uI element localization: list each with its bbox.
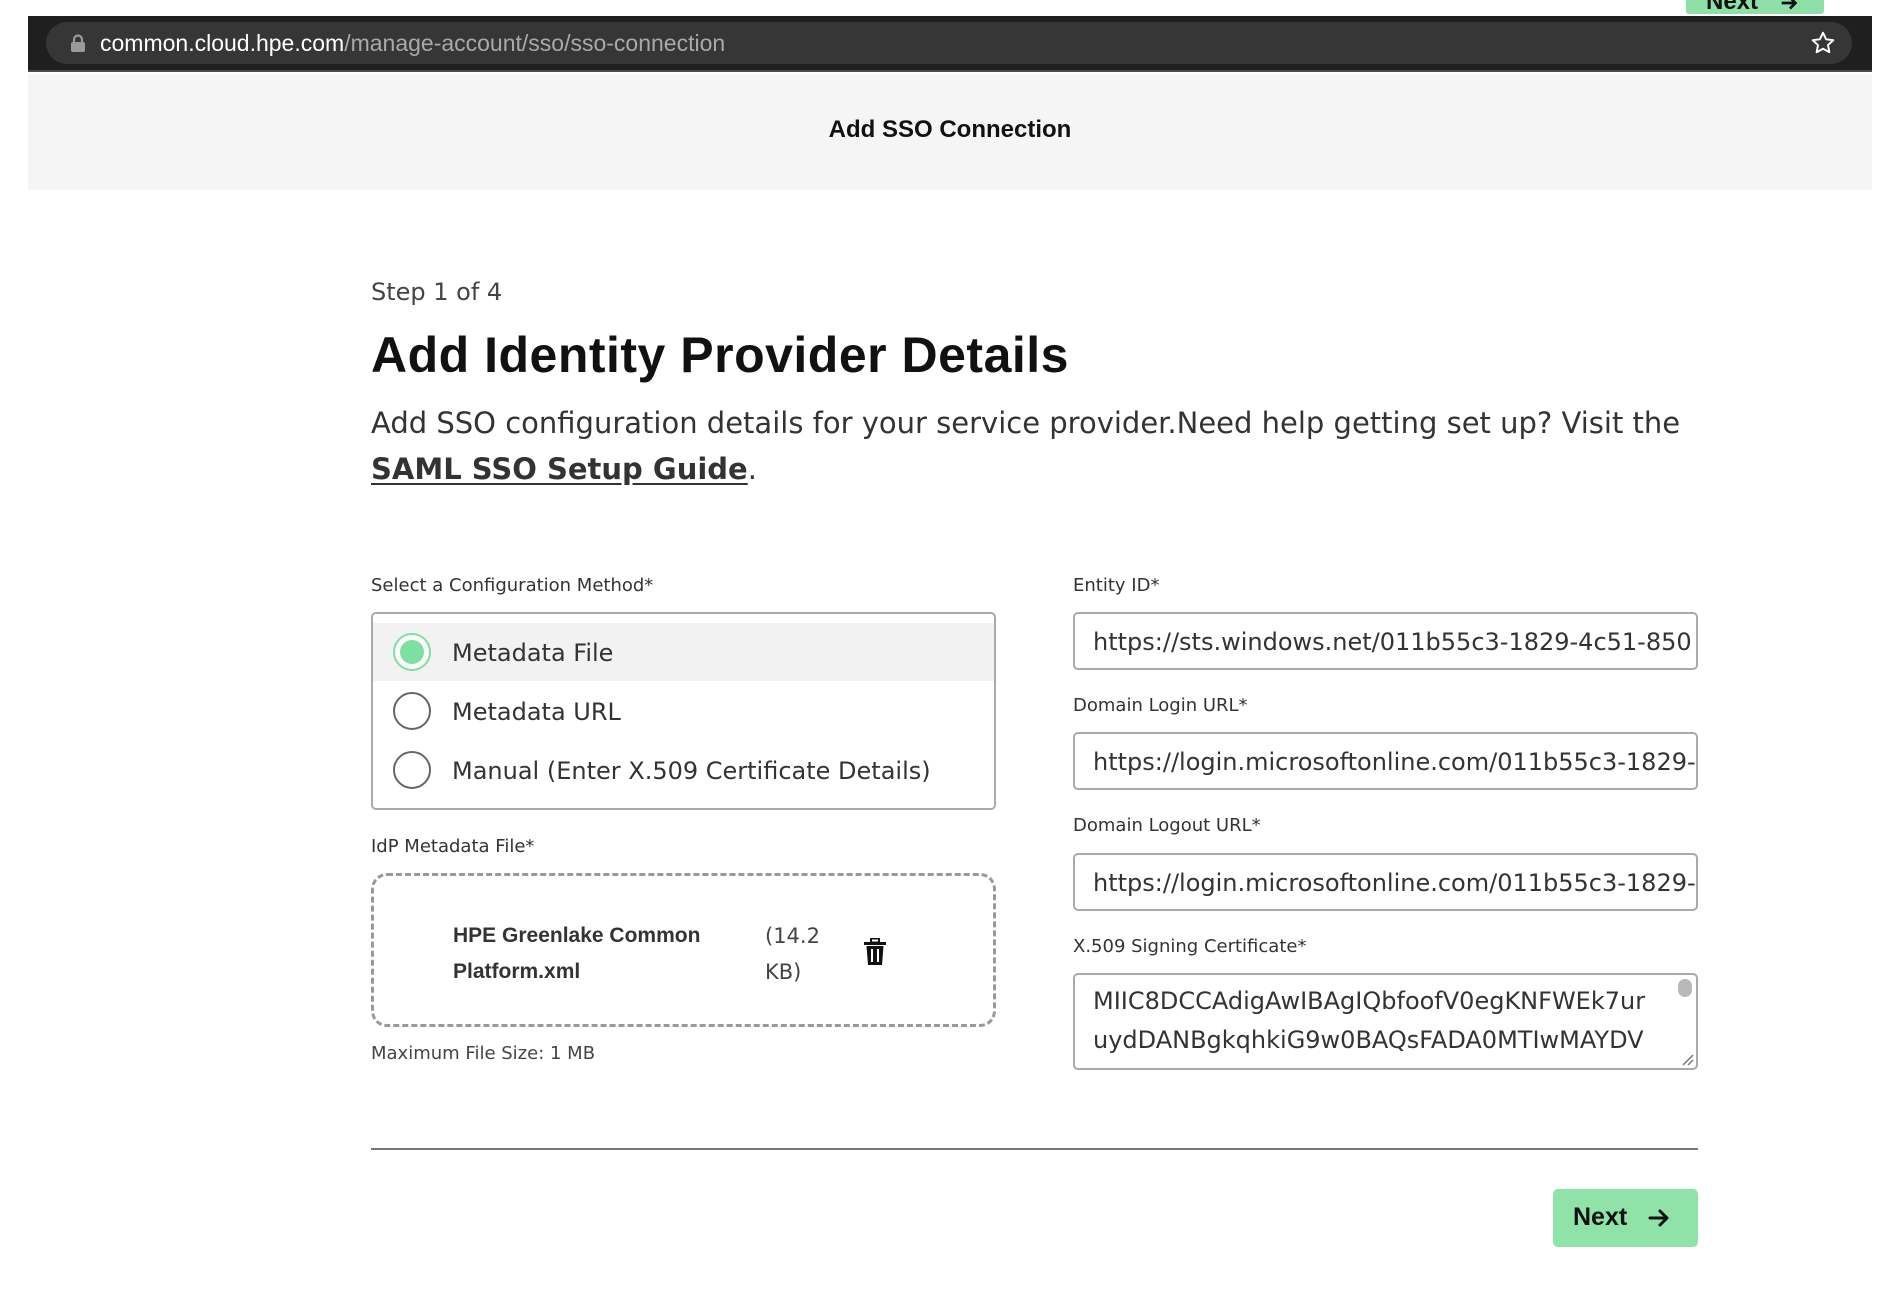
arrow-right-icon: [1648, 1209, 1669, 1227]
next-button-label: Next: [1573, 1203, 1628, 1231]
entity-id-value: https://sts.windows.net/011b55c3-1829-4c…: [1093, 628, 1692, 656]
domain-login-url-label: Domain Login URL*: [1073, 695, 1248, 716]
page-header: Add SSO Connection: [28, 74, 1872, 190]
domain-logout-url-value: https://login.microsoftonline.com/011b55…: [1093, 869, 1696, 897]
arrow-right-icon: [1781, 0, 1798, 10]
domain-login-url-value: https://login.microsoftonline.com/011b55…: [1093, 748, 1696, 776]
resize-handle-icon[interactable]: [1680, 1052, 1694, 1066]
radio-option-manual[interactable]: Manual (Enter X.509 Certificate Details): [373, 741, 994, 799]
config-method-label: Select a Configuration Method*: [371, 575, 654, 596]
entity-id-label: Entity ID*: [1073, 575, 1160, 596]
certificate-line: uydDANBgkqhkiG9w0BAQsFADA0MTIwMAYDV: [1093, 1026, 1644, 1054]
uploaded-file-name: HPE Greenlake Common Platform.xml: [453, 924, 701, 983]
uploaded-file-size: (14.2 KB): [765, 924, 820, 984]
domain-logout-url-input[interactable]: https://login.microsoftonline.com/011b55…: [1073, 853, 1698, 911]
header-title: Add SSO Connection: [828, 116, 1072, 143]
step-indicator: Step 1 of 4: [371, 278, 503, 306]
radio-button[interactable]: [393, 692, 431, 730]
radio-option-metadata-url[interactable]: Metadata URL: [373, 682, 994, 740]
radio-label: Metadata URL: [452, 698, 621, 726]
radio-label: Manual (Enter X.509 Certificate Details): [452, 757, 931, 785]
idp-metadata-file-label: IdP Metadata File*: [371, 836, 535, 857]
lock-icon: [71, 34, 85, 52]
next-button[interactable]: Next: [1553, 1189, 1698, 1247]
signing-certificate-textarea[interactable]: MIIC8DCCAdigAwIBAgIQbfoofV0egKNFWEk7ur u…: [1073, 973, 1698, 1070]
max-file-size-hint: Maximum File Size: 1 MB: [371, 1043, 596, 1064]
signing-certificate-label: X.509 Signing Certificate*: [1073, 936, 1307, 957]
file-drop-zone[interactable]: HPE Greenlake Common Platform.xml (14.2 …: [371, 873, 996, 1027]
description-text: Add SSO configuration details for your s…: [371, 406, 1681, 440]
top-next-button[interactable]: Next: [1686, 0, 1824, 14]
page-title: Add Identity Provider Details: [371, 327, 1069, 383]
textarea-scrollbar[interactable]: [1678, 979, 1692, 997]
browser-address-bar: common.cloud.hpe.com/manage-account/sso/…: [28, 16, 1872, 72]
url-text: common.cloud.hpe.com/manage-account/sso/…: [100, 30, 725, 56]
radio-dot: [400, 640, 424, 664]
saml-setup-guide-link[interactable]: SAML SSO Setup Guide: [371, 452, 748, 486]
page-description: Add SSO configuration details for your s…: [371, 400, 1731, 492]
url-field[interactable]: common.cloud.hpe.com/manage-account/sso/…: [46, 22, 1852, 64]
entity-id-input[interactable]: https://sts.windows.net/011b55c3-1829-4c…: [1073, 612, 1698, 670]
radio-button-selected[interactable]: [393, 633, 431, 671]
footer-divider: [371, 1148, 1698, 1150]
radio-button[interactable]: [393, 751, 431, 789]
trash-icon[interactable]: [863, 938, 887, 966]
radio-option-metadata-file[interactable]: Metadata File: [373, 623, 994, 681]
star-icon[interactable]: [1810, 30, 1836, 56]
domain-login-url-input[interactable]: https://login.microsoftonline.com/011b55…: [1073, 732, 1698, 790]
description-end: .: [747, 452, 757, 486]
domain-logout-url-label: Domain Logout URL*: [1073, 815, 1261, 836]
certificate-line: MIIC8DCCAdigAwIBAgIQbfoofV0egKNFWEk7ur: [1093, 987, 1646, 1015]
url-path: /manage-account/sso/sso-connection: [344, 30, 726, 56]
config-method-radio-group: Metadata File Metadata URL Manual (Enter…: [371, 612, 996, 810]
radio-label: Metadata File: [452, 639, 614, 667]
url-host: common.cloud.hpe.com: [100, 30, 345, 56]
top-next-label: Next: [1706, 0, 1759, 14]
